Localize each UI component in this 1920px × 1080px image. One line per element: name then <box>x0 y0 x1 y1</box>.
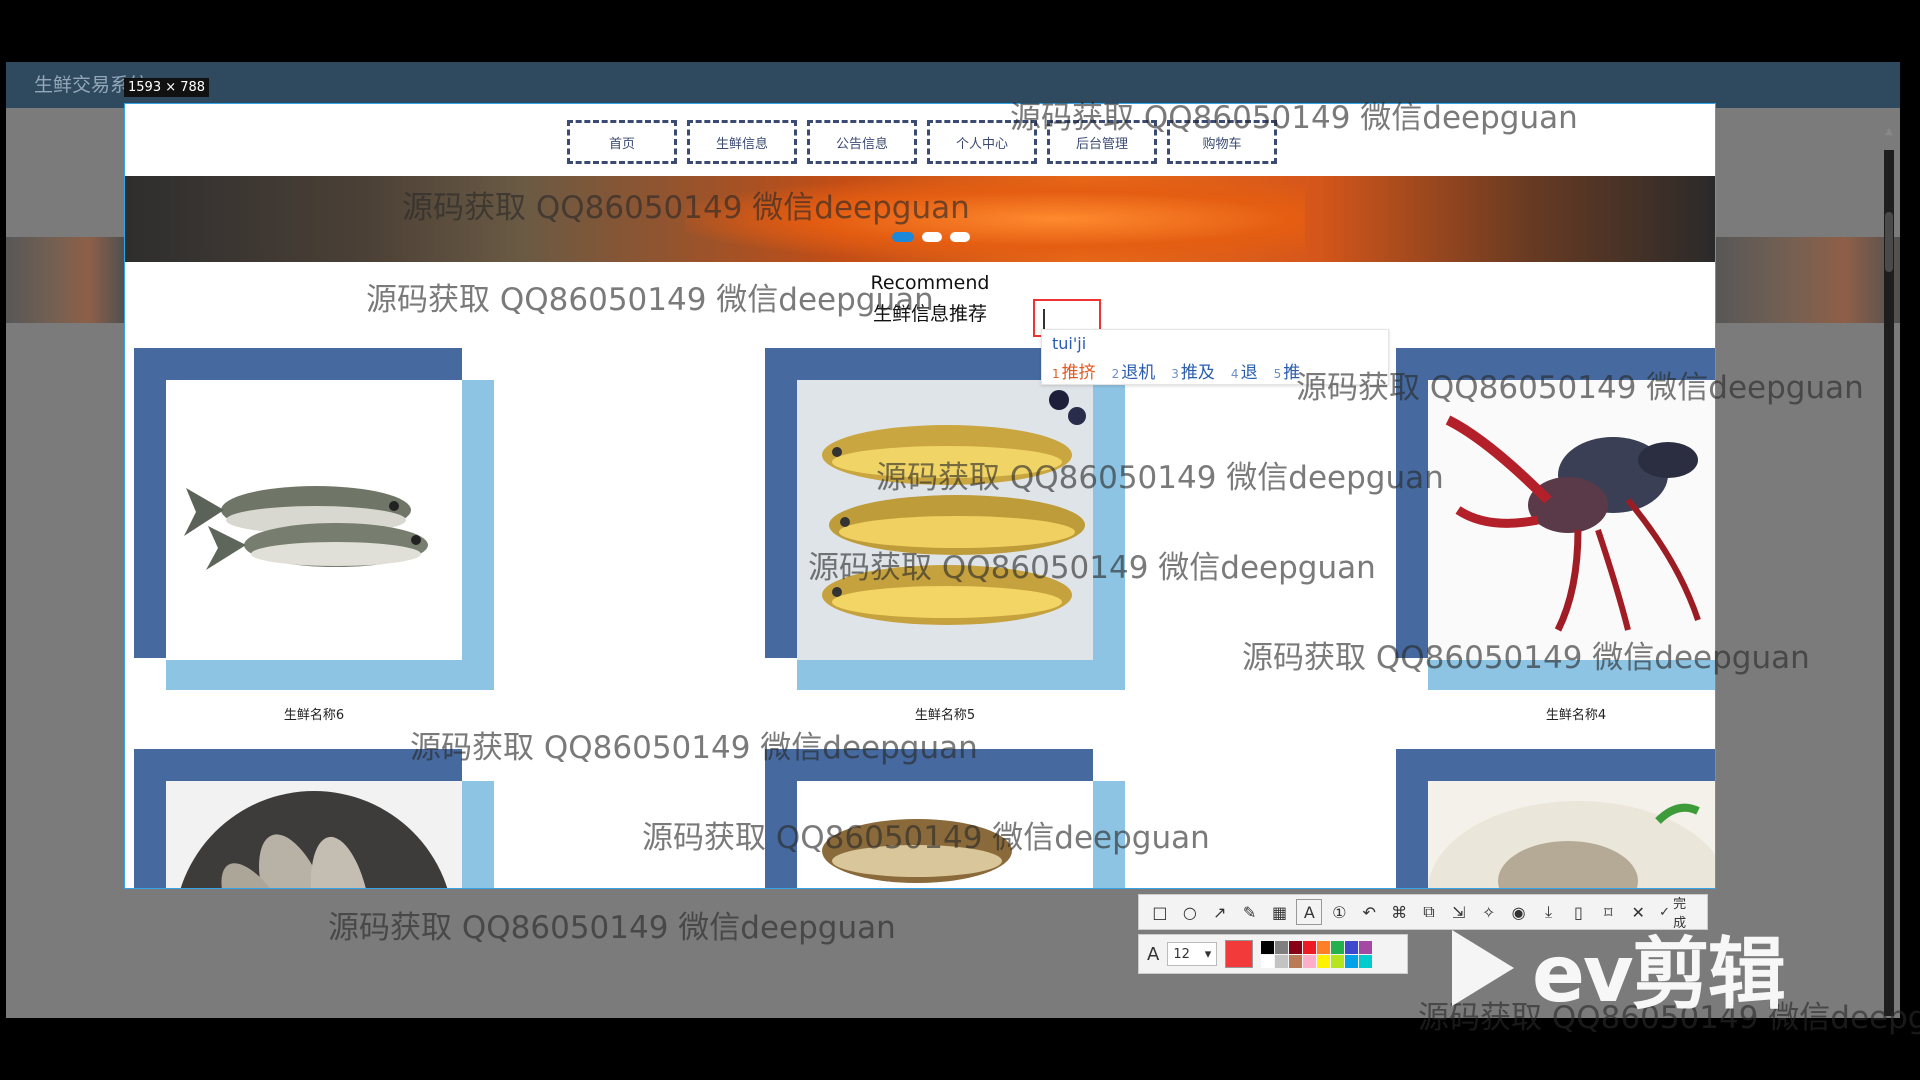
watermark: 源码获取 QQ86050149 微信deepguan <box>410 730 978 766</box>
current-color-swatch[interactable] <box>1225 940 1254 968</box>
color-swatch[interactable] <box>1359 940 1373 954</box>
crayfish-photo <box>1428 380 1715 660</box>
product-card[interactable]: 生鲜名称5 <box>765 348 1125 723</box>
mosaic-tool-icon[interactable]: ▦ <box>1267 899 1293 925</box>
color-palette <box>1261 940 1373 968</box>
undo-icon[interactable]: ↶ <box>1356 899 1382 925</box>
color-swatch[interactable] <box>1289 954 1303 968</box>
product-image[interactable] <box>797 380 1093 660</box>
text-style-toolbar: A 12 ▾ <box>1138 934 1408 974</box>
ime-candidate[interactable]: 4退 <box>1231 358 1258 383</box>
ime-candidate[interactable]: 3 推及 <box>1171 358 1215 383</box>
color-swatch[interactable] <box>1303 954 1317 968</box>
watermark: 源码获取 QQ86050149 微信deepguan <box>402 190 970 226</box>
product-card[interactable]: 生鲜名称6 <box>134 348 494 723</box>
text-cursor <box>1043 309 1045 329</box>
candidate-number: 5 <box>1273 367 1282 381</box>
watermark: 源码获取 QQ86050149 微信deepguan <box>642 820 1210 856</box>
color-swatch[interactable] <box>1331 940 1345 954</box>
ime-candidate[interactable]: 2 退机 <box>1112 358 1156 383</box>
carousel-dot-3[interactable] <box>950 232 970 242</box>
carousel-dots <box>125 232 1715 242</box>
color-swatch[interactable] <box>1261 954 1275 968</box>
pen-tool-icon[interactable]: ✎ <box>1237 899 1263 925</box>
font-size-value: 12 <box>1173 946 1190 962</box>
candidate-number: 1 <box>1052 367 1060 381</box>
number-tool-icon[interactable]: ① <box>1326 899 1352 925</box>
shrimp-bowl-photo <box>1428 781 1715 888</box>
copy-text-icon[interactable]: ⧉ <box>1416 899 1442 925</box>
watermark: 源码获取 QQ86050149 微信deepguan <box>328 910 896 946</box>
chevron-down-icon: ▾ <box>1204 946 1212 962</box>
carousel-dot-1[interactable] <box>892 232 914 242</box>
product-image[interactable] <box>1428 781 1715 888</box>
nav-notices[interactable]: 公告信息 <box>807 120 917 164</box>
arrow-tool-icon[interactable]: ↗ <box>1207 899 1233 925</box>
silver-carp-photo <box>184 486 428 570</box>
ime-candidate[interactable]: 1 推挤 <box>1052 358 1096 383</box>
product-card[interactable] <box>134 749 494 888</box>
shrimp-plate-photo <box>166 781 462 888</box>
color-swatch[interactable] <box>1345 940 1359 954</box>
color-swatch[interactable] <box>1345 954 1359 968</box>
candidate-text: 退 <box>1240 363 1258 383</box>
candidate-text: 推挤 <box>1061 363 1096 383</box>
color-swatch[interactable] <box>1331 954 1345 968</box>
selection-size-label: 1593 × 788 <box>124 78 210 97</box>
watermark: 源码获取 QQ86050149 微信deepguan <box>808 550 1376 586</box>
color-swatch[interactable] <box>1289 940 1303 954</box>
play-icon <box>1452 930 1514 1006</box>
watermark: 源码获取 QQ86050149 微信deepguan <box>1010 100 1578 136</box>
rectangle-tool-icon[interactable]: □ <box>1147 899 1173 925</box>
ellipse-tool-icon[interactable]: ○ <box>1177 899 1203 925</box>
color-swatch[interactable] <box>1275 954 1289 968</box>
color-swatch[interactable] <box>1261 940 1275 954</box>
product-name[interactable]: 生鲜名称6 <box>134 704 494 723</box>
site-header-bar: 生鲜交易系统 <box>6 62 1900 108</box>
text-tool-icon[interactable]: A <box>1296 899 1323 925</box>
logo-text: ev剪辑 <box>1532 930 1786 1020</box>
ime-candidate-list: 1 推挤 2 退机 3 推及 4退 5推 <box>1052 358 1300 383</box>
watermark: 源码获取 QQ86050149 微信deepguan <box>1296 370 1864 406</box>
screen: 生鲜交易系统 ▲ 1593 × 788 首页 生鲜信息 公告信息 个人中心 后台… <box>0 0 1920 1080</box>
candidate-number: 3 <box>1171 367 1179 381</box>
font-icon: A <box>1147 943 1160 965</box>
banner-edge-left <box>6 237 124 323</box>
color-swatch[interactable] <box>1303 940 1317 954</box>
product-name[interactable]: 生鲜名称4 <box>1396 704 1715 723</box>
scrollbar-track[interactable] <box>1884 150 1894 1016</box>
product-image[interactable] <box>166 380 462 660</box>
font-size-select[interactable]: 12 ▾ <box>1167 942 1218 966</box>
product-image[interactable] <box>1428 380 1715 660</box>
candidate-number: 4 <box>1230 367 1239 381</box>
watermark: 源码获取 QQ86050149 微信deepguan <box>876 460 1444 496</box>
yellow-croaker-photo <box>797 380 1093 660</box>
candidate-text: 退机 <box>1121 363 1156 383</box>
product-image[interactable] <box>166 781 462 888</box>
nav-home[interactable]: 首页 <box>567 120 677 164</box>
watermark: 源码获取 QQ86050149 微信deepguan <box>1242 640 1810 676</box>
candidate-number: 2 <box>1111 367 1120 381</box>
carousel-dot-2[interactable] <box>922 232 942 242</box>
ime-pinyin-input: tui'ji <box>1052 334 1087 353</box>
ev-logo: ev剪辑 <box>1452 912 1786 1024</box>
product-card[interactable] <box>1396 749 1715 888</box>
nav-fresh-info[interactable]: 生鲜信息 <box>687 120 797 164</box>
color-swatch[interactable] <box>1275 940 1289 954</box>
color-swatch[interactable] <box>1317 940 1331 954</box>
product-name[interactable]: 生鲜名称5 <box>765 704 1125 723</box>
banner-edge-right <box>1716 237 1900 323</box>
watermark: 源码获取 QQ86050149 微信deepguan <box>366 282 934 318</box>
candidate-text: 推及 <box>1180 363 1215 383</box>
scrollbar-thumb[interactable] <box>1885 212 1893 272</box>
magic-tool-icon[interactable]: ⌘ <box>1386 899 1412 925</box>
color-swatch[interactable] <box>1359 954 1373 968</box>
scroll-up-icon[interactable]: ▲ <box>1884 126 1894 146</box>
color-swatch[interactable] <box>1317 954 1331 968</box>
